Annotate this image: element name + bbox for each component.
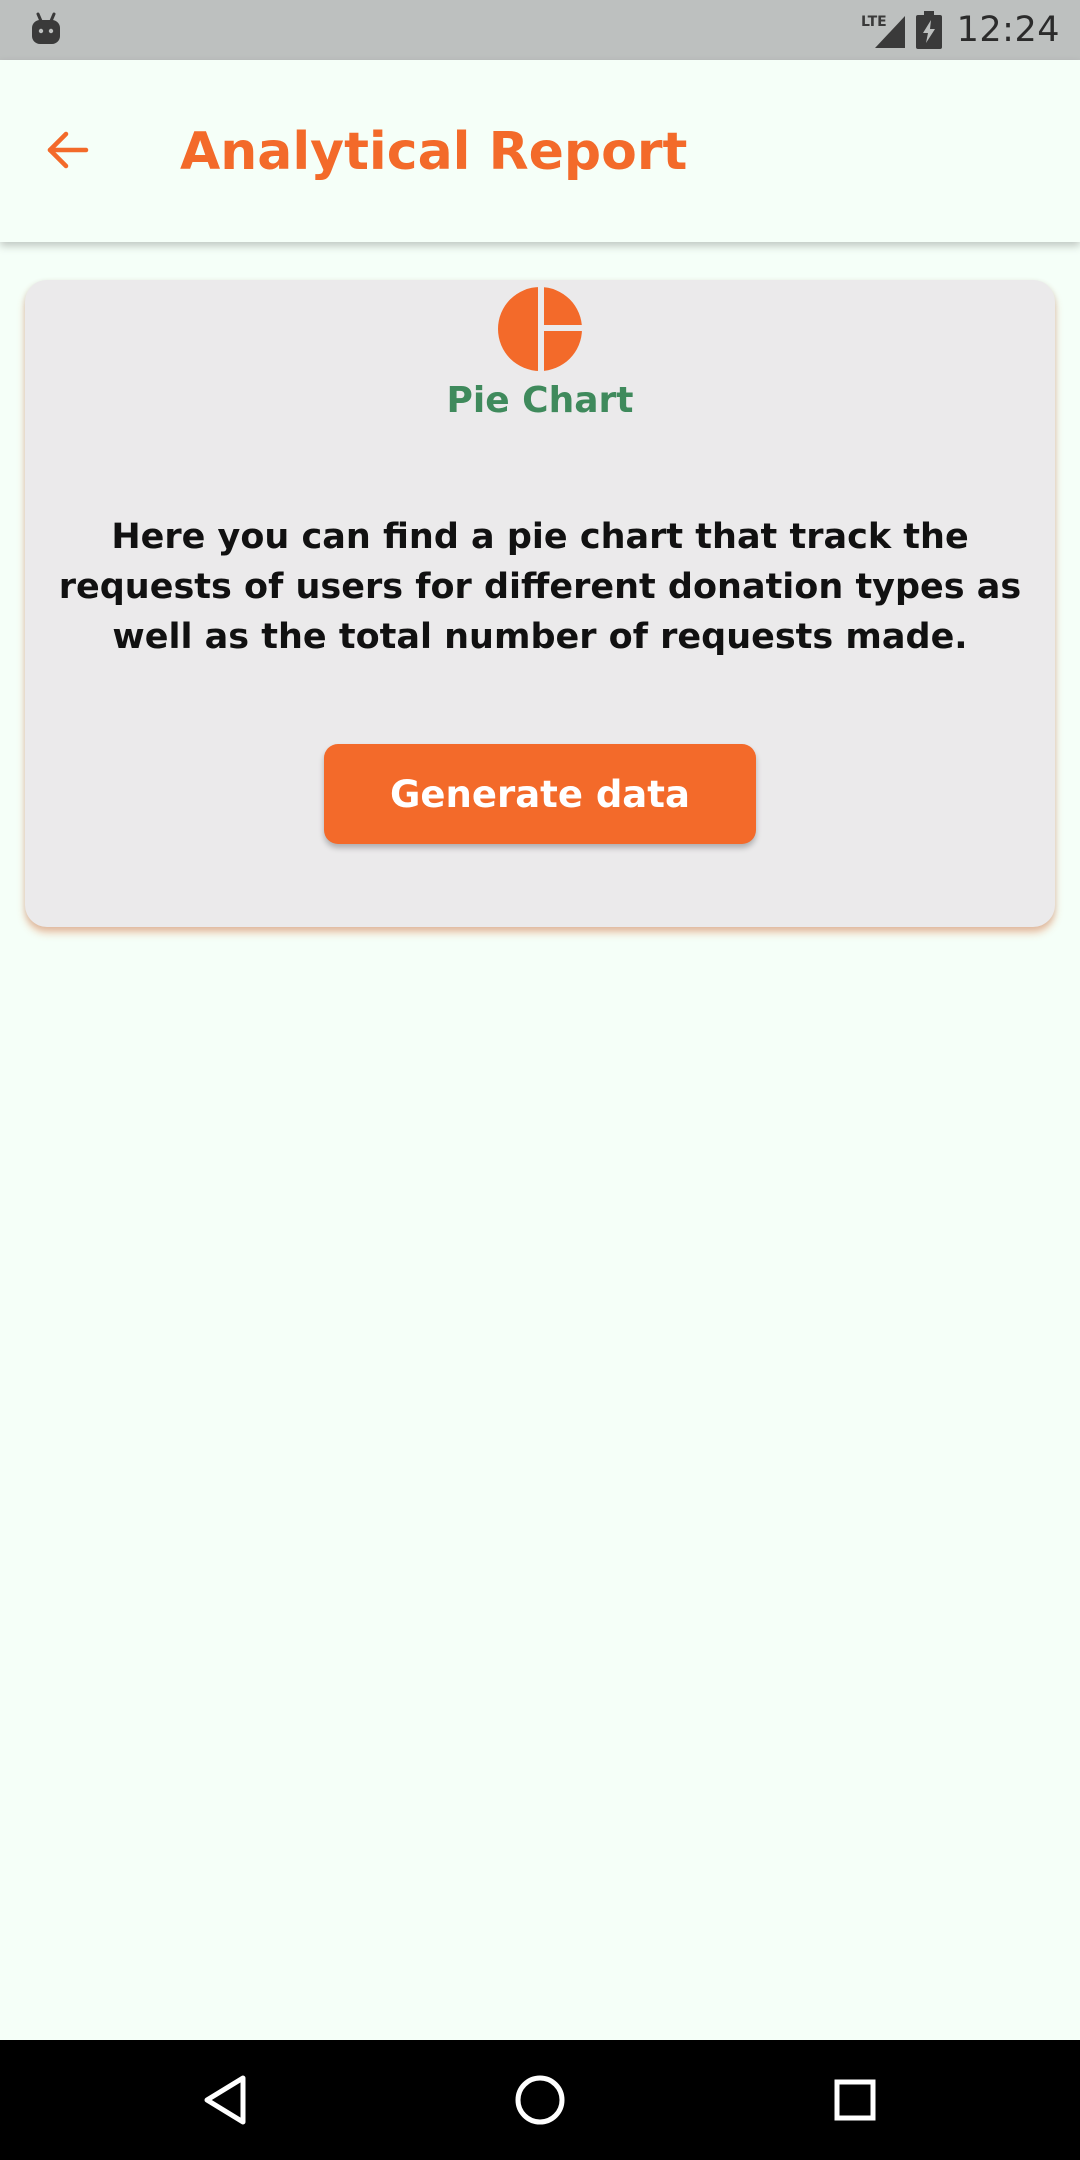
android-debug-icon <box>30 12 62 48</box>
generate-data-button[interactable]: Generate data <box>324 744 756 844</box>
recents-square-icon[interactable] <box>825 2070 885 2130</box>
back-triangle-icon[interactable] <box>197 2070 257 2130</box>
lte-signal-icon: LTE <box>861 10 909 50</box>
pie-chart-icon <box>498 287 582 371</box>
status-time: 12:24 <box>956 10 1060 50</box>
battery-charging-icon <box>915 11 943 49</box>
pie-chart-card: Pie Chart Here you can find a pie chart … <box>25 280 1055 927</box>
status-icons: LTE 12:24 <box>861 0 1060 60</box>
card-description: Here you can find a pie chart that track… <box>58 517 1022 657</box>
app-bar: Analytical Report <box>0 60 1080 242</box>
lte-label: LTE <box>861 14 887 30</box>
navigation-bar <box>0 2040 1080 2160</box>
page-title: Analytical Report <box>180 122 688 182</box>
status-bar: LTE 12:24 <box>0 0 1080 60</box>
screen: LTE 12:24 Analytical Report Pie Chart He… <box>0 0 1080 2160</box>
back-button[interactable] <box>36 120 100 184</box>
arrow-back-icon <box>44 126 92 178</box>
card-title: Pie Chart <box>446 380 634 421</box>
home-circle-icon[interactable] <box>510 2070 570 2130</box>
